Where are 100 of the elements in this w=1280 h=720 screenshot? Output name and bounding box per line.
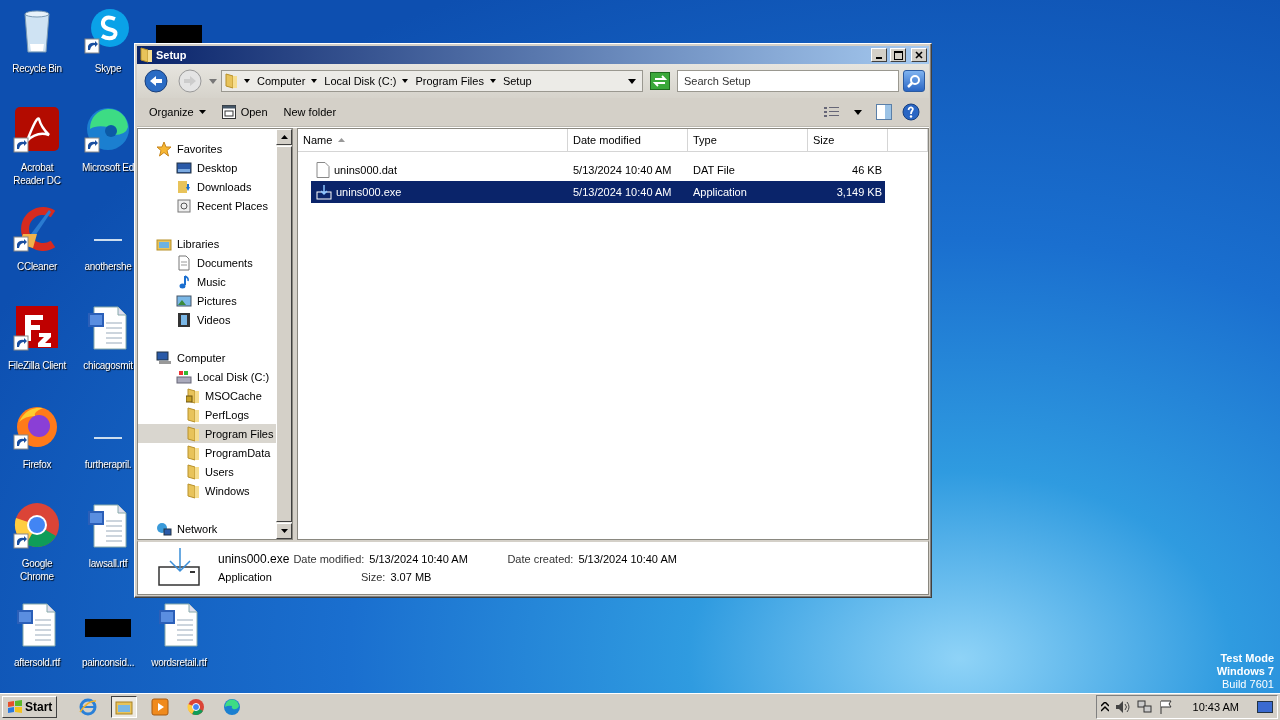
ftp-client-icon[interactable] xyxy=(13,303,61,351)
speaker-icon xyxy=(1114,700,1131,714)
speaker-button[interactable] xyxy=(1114,700,1131,714)
preview-pane-button[interactable] xyxy=(873,101,895,123)
file-row[interactable]: unins000.dat 5/13/2024 10:40 AM DAT File 46 KB xyxy=(311,159,885,181)
desktop-icon-label: anothershe xyxy=(84,260,132,273)
folder-icon xyxy=(186,406,200,423)
nav-item[interactable]: PerfLogs xyxy=(158,405,277,424)
install-icon xyxy=(316,184,332,200)
nav-item[interactable]: Network xyxy=(138,519,277,538)
nav-item[interactable]: Recent Places xyxy=(148,196,277,215)
detail-field: Date modified: 5/13/2024 10:40 AM xyxy=(293,553,504,565)
desktop-icon-label: wordsretail.rtf xyxy=(151,656,207,669)
close-icon xyxy=(915,51,923,59)
browser-icon[interactable] xyxy=(84,105,132,153)
close-button[interactable] xyxy=(911,48,927,62)
pdf-reader-icon[interactable] xyxy=(13,105,61,153)
folder-icon xyxy=(115,699,134,715)
maximize-button[interactable] xyxy=(890,48,906,62)
nav-item[interactable]: Local Disk (C:) xyxy=(148,367,277,386)
show-desktop-button[interactable] xyxy=(1257,701,1273,713)
search-button[interactable] xyxy=(903,70,925,92)
breadcrumb[interactable]: Local Disk (C:) xyxy=(311,75,397,87)
monitor-icon xyxy=(176,159,192,176)
desktop-icon-label: CCleaner xyxy=(17,260,57,273)
maximize-icon xyxy=(893,50,903,60)
minimize-button[interactable] xyxy=(871,48,887,62)
desktop-icon-label: FileZilla Client xyxy=(8,359,66,372)
scroll-down-button[interactable] xyxy=(276,523,293,539)
column-header[interactable]: Type xyxy=(688,129,808,151)
skype-icon[interactable] xyxy=(84,6,132,54)
back-button[interactable] xyxy=(141,70,171,92)
show-hidden-icons-button[interactable] xyxy=(1100,702,1109,712)
search-icon xyxy=(907,74,921,88)
toolbar-button[interactable]: Organize xyxy=(143,101,212,123)
desktop-icon-label: lawsall.rtf xyxy=(88,557,128,570)
film-icon xyxy=(176,311,192,328)
caret-icon xyxy=(198,110,206,114)
nav-item[interactable]: Documents xyxy=(148,253,277,272)
desktop-icon-label: Firefox xyxy=(22,458,52,471)
column-header[interactable]: Name xyxy=(298,129,568,151)
refresh-icon xyxy=(650,72,670,90)
file-name: unins000.exe xyxy=(218,552,290,566)
nav-item[interactable]: Windows xyxy=(158,481,277,500)
taskbar-app[interactable] xyxy=(111,696,138,718)
address-bar[interactable]: Computer Local Disk (C:) Program Files Setup xyxy=(221,70,643,92)
column-header[interactable]: Date modified xyxy=(568,129,688,151)
browser-icon xyxy=(79,698,98,716)
desktop-icon-label: Recycle Bin xyxy=(12,62,62,75)
nav-item[interactable]: Favorites xyxy=(138,139,277,158)
nav-item[interactable]: Desktop xyxy=(148,158,277,177)
desktop-icon-label: chicagosmit xyxy=(83,359,133,372)
disk-drive-icon xyxy=(176,368,192,385)
desktop-icon-label: Microsoft Ed xyxy=(82,161,134,174)
nav-item[interactable]: Libraries xyxy=(138,234,277,253)
start-button[interactable]: Start xyxy=(2,696,58,718)
caret-icon[interactable] xyxy=(628,78,636,84)
scroll-up-button[interactable] xyxy=(276,129,293,145)
nav-item[interactable]: Program Files xyxy=(138,424,277,443)
chrome-icon xyxy=(187,698,206,716)
nav-item[interactable]: MSOCache xyxy=(158,386,277,405)
search-field[interactable]: Search Setup xyxy=(677,70,899,92)
windows-logo-icon xyxy=(7,700,23,714)
preview-pane-icon xyxy=(876,104,892,120)
download-folder-icon xyxy=(176,178,192,195)
nav-item[interactable]: Videos xyxy=(148,310,277,329)
table-cell-text: 5/13/2024 10:40 AM xyxy=(572,186,673,198)
network-button[interactable] xyxy=(1136,700,1153,714)
toolbar-button[interactable]: New folder xyxy=(277,101,343,123)
breadcrumb[interactable]: Setup xyxy=(489,75,532,87)
refresh-button[interactable] xyxy=(647,70,673,92)
nav-item[interactable]: Pictures xyxy=(148,291,277,310)
browser-icon xyxy=(223,698,242,716)
clock[interactable]: 10:43 AM xyxy=(1192,701,1239,713)
nav-item[interactable]: Music xyxy=(148,272,277,291)
help-button[interactable] xyxy=(899,101,923,123)
desktop-icon-label: aftersold.rtf xyxy=(13,656,61,669)
picture-icon xyxy=(176,292,192,309)
chrome-icon[interactable] xyxy=(13,501,61,549)
breadcrumb[interactable]: Program Files xyxy=(402,75,484,87)
flag-button[interactable] xyxy=(1158,700,1173,714)
network-icon xyxy=(1136,700,1153,714)
system-notice: Windows 7 xyxy=(1216,665,1274,678)
document-icon xyxy=(176,254,192,271)
nav-item[interactable]: ProgramData xyxy=(158,443,277,462)
locked-folder-icon xyxy=(186,387,200,404)
folder-icon xyxy=(186,425,200,442)
nav-item[interactable]: Computer xyxy=(138,348,277,367)
window-icon xyxy=(221,105,236,119)
caret-icon xyxy=(854,109,862,115)
toolbar-button[interactable]: Open xyxy=(215,101,274,123)
nav-item[interactable]: Downloads xyxy=(148,177,277,196)
column-header[interactable]: Size xyxy=(808,129,888,151)
breadcrumb[interactable]: Computer xyxy=(244,75,306,87)
nav-item[interactable]: Users xyxy=(158,462,277,481)
show-desktop-icon xyxy=(1257,701,1273,713)
file-row[interactable]: unins000.exe 5/13/2024 10:40 AM Application 3,149 KB xyxy=(311,181,885,203)
down-arrow-icon xyxy=(280,529,288,533)
folder-icon xyxy=(186,444,200,461)
desktop-icon-label: furtherapril. xyxy=(84,458,132,471)
